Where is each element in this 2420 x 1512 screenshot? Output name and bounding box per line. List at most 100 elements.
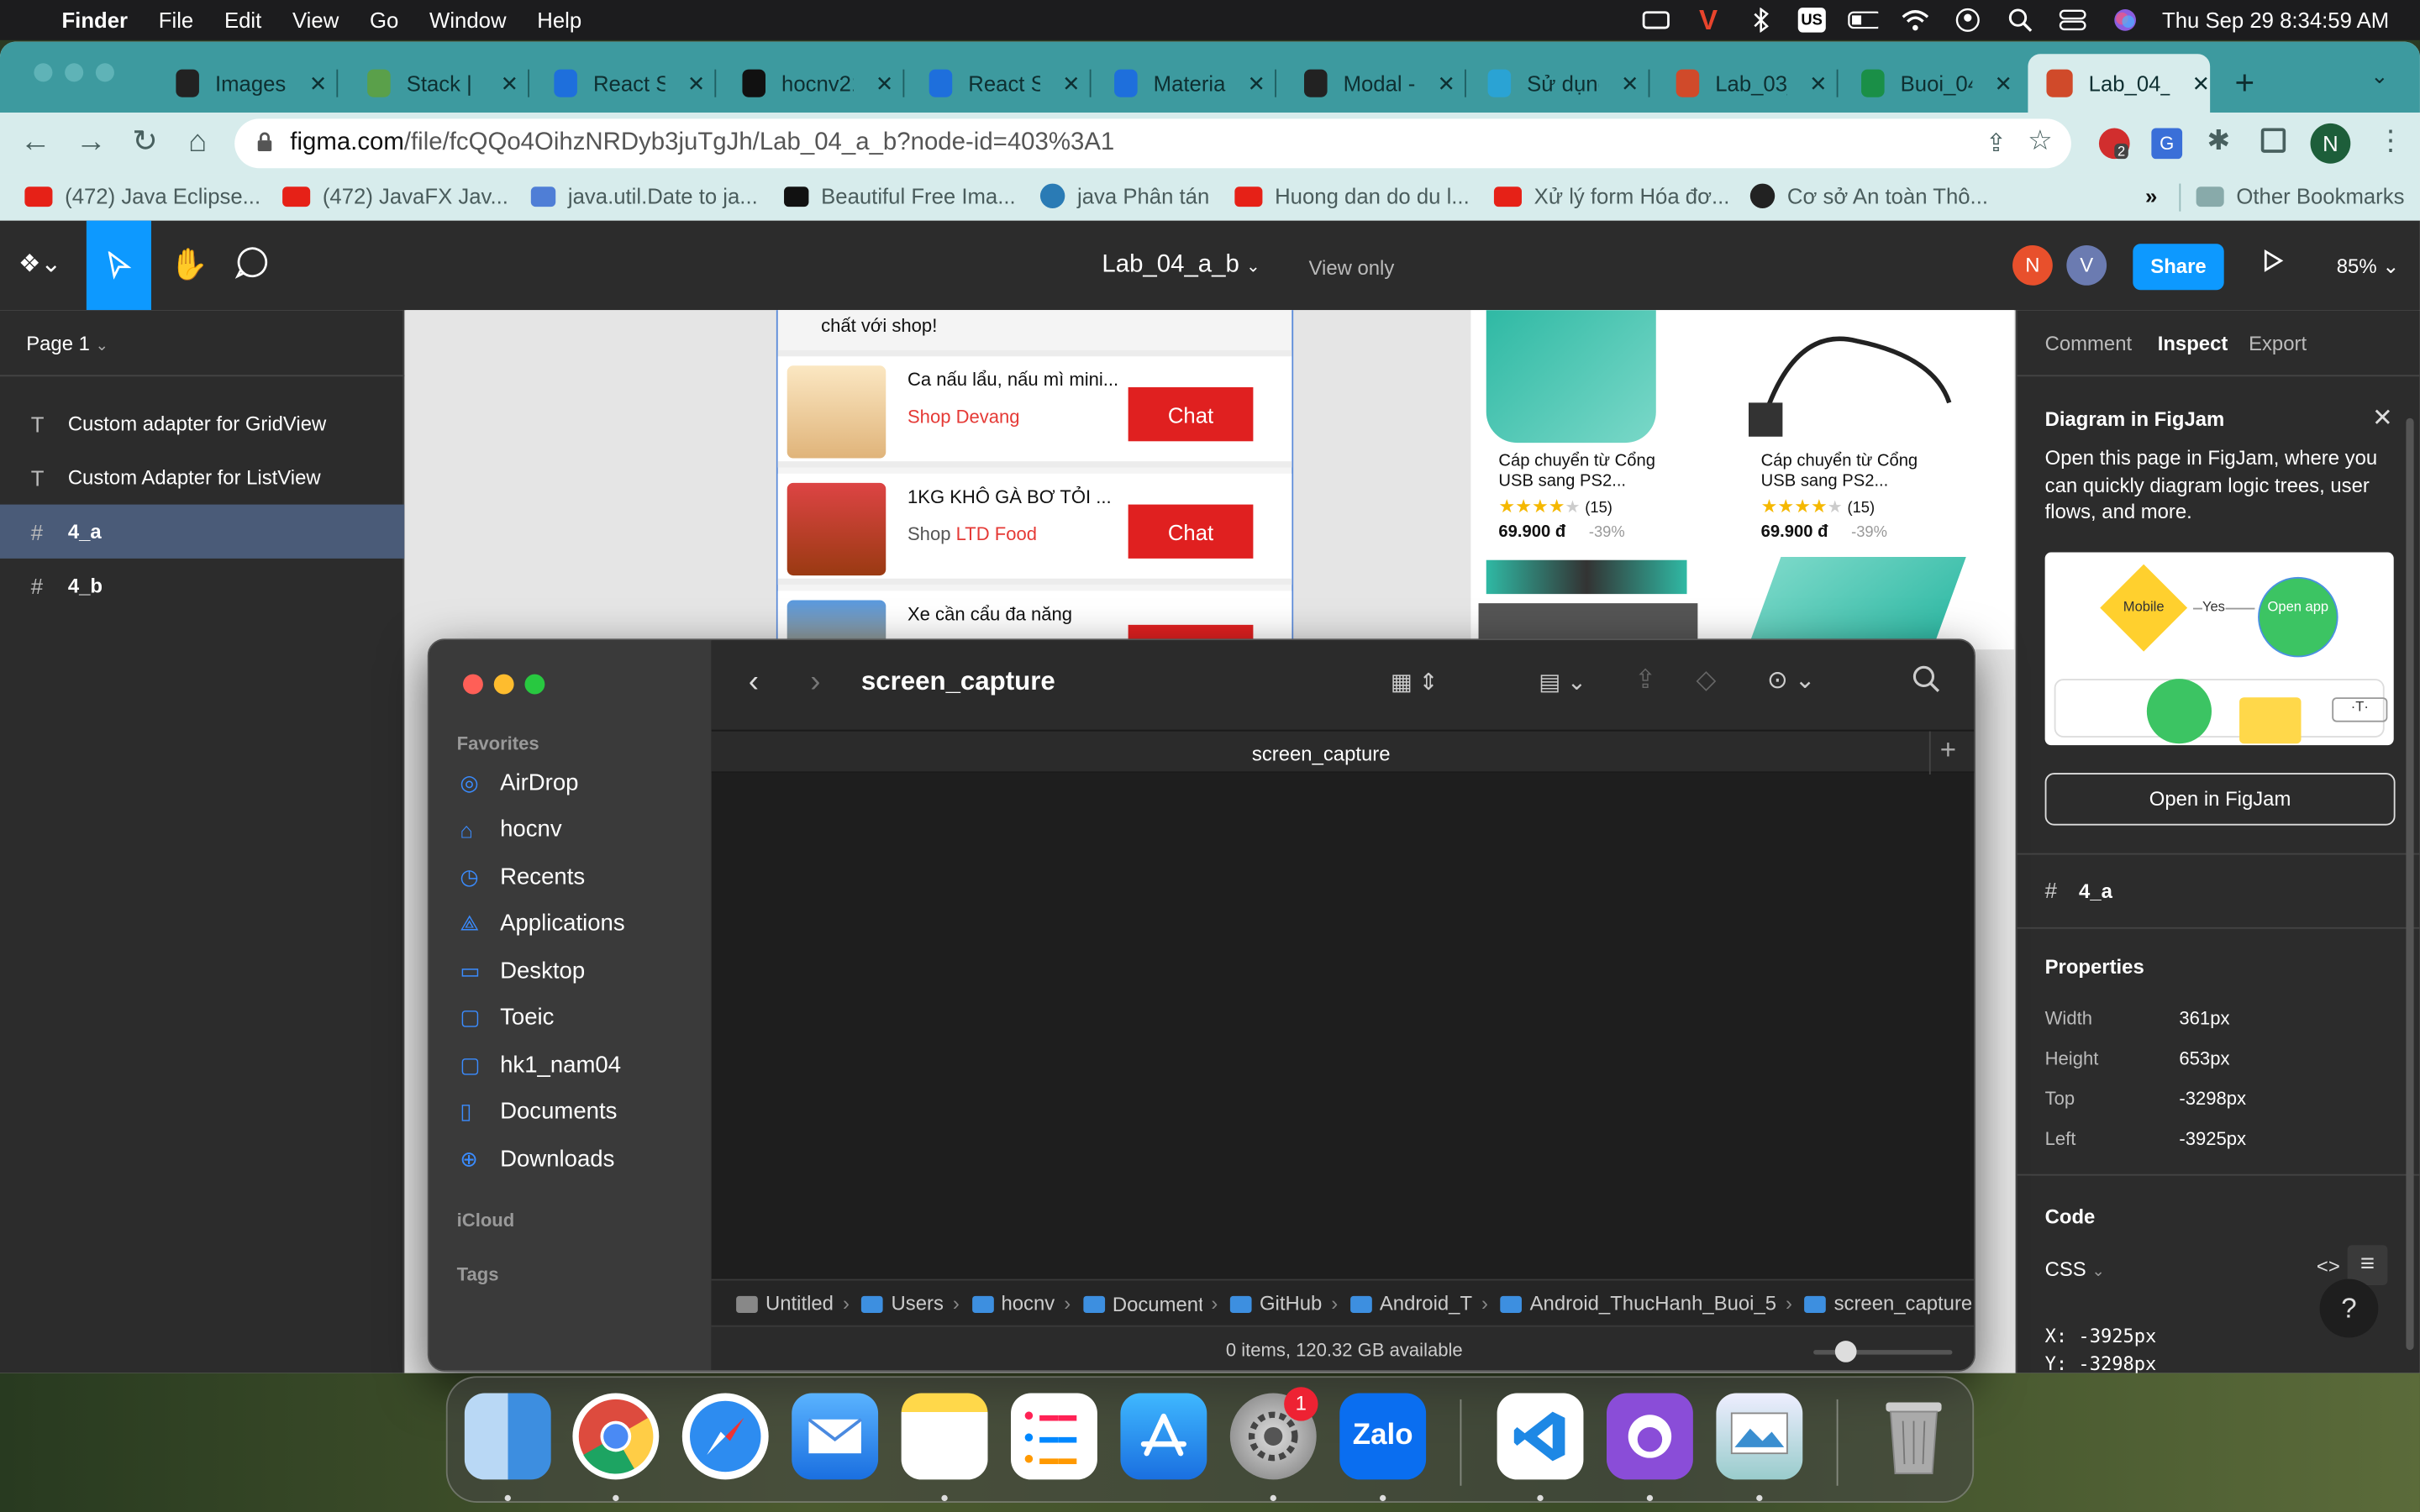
chrome-icon[interactable] [572,1393,660,1480]
sync-icon[interactable] [1640,8,1671,32]
new-tab-icon[interactable]: + [1940,734,1956,767]
menu-window[interactable]: Window [429,8,506,32]
present-icon[interactable] [2263,249,2285,281]
sidebar-item-documents[interactable]: ▯ Documents [460,1093,617,1130]
figma-menu-icon[interactable]: ❖⌄ [18,249,61,280]
tags-header[interactable]: Tags [457,1263,499,1285]
property-value[interactable]: 653px [2179,1047,2229,1069]
new-tab-icon[interactable]: + [2235,63,2255,103]
forward-icon[interactable]: → [74,125,108,159]
chrome-menu-icon[interactable]: ⋮ [2377,125,2405,158]
bookmark-item[interactable]: Huong dan do du l... [1234,184,1470,208]
code-language-dropdown[interactable]: CSS ⌄ [2045,1257,2105,1281]
sidebar-item-hk1-nam04[interactable]: ▢ hk1_nam04 [460,1046,621,1083]
profile-avatar[interactable]: N [2310,123,2351,164]
avatar[interactable]: V [2066,245,2107,286]
github-desktop-icon[interactable] [1607,1393,1693,1480]
safari-icon[interactable] [681,1393,769,1480]
home-icon[interactable]: ⌂ [181,125,214,159]
avatar[interactable]: N [2012,245,2053,286]
tab-10[interactable]: Buoi_04 ✕ [1843,54,2012,113]
vivaldi-icon[interactable]: V [1693,4,1724,35]
battery-icon[interactable] [1847,8,1879,32]
share-button[interactable]: Share [2133,244,2224,291]
close-window-button[interactable] [34,63,53,82]
search-icon[interactable] [1912,665,1940,701]
path-segment[interactable]: GitHub [1227,1291,1322,1315]
icloud-header[interactable]: iCloud [457,1210,515,1231]
bookmark-item[interactable]: java Phân tán [1039,183,1209,208]
more-bookmarks-icon[interactable]: » [2145,184,2157,208]
bookmark-item[interactable]: (472) JavaFX Jav... [282,184,508,208]
help-button[interactable]: ? [2319,1278,2379,1338]
sidebar-item-downloads[interactable]: ⊕ Downloads [460,1140,614,1177]
sidebar-item-applications[interactable]: ⟁ Applications [460,905,624,942]
back-icon[interactable]: ‹ [749,665,759,701]
siri-icon[interactable] [2110,8,2141,32]
back-icon[interactable]: ← [18,125,52,159]
tab-7[interactable]: Modal - ✕ [1286,54,1455,113]
layer-custom-adapter-for-gridview[interactable]: T Custom adapter for GridView [0,396,404,450]
close-icon[interactable]: ✕ [2372,402,2393,433]
close-tab-icon[interactable]: ✕ [1437,71,1455,97]
close-tab-icon[interactable]: ✕ [1621,71,1639,97]
layer-custom-adapter-for-listview[interactable]: T Custom Adapter for ListView [0,450,404,504]
view-options-icon[interactable]: ▦ ⇕ [1391,668,1439,696]
path-segment[interactable]: Android_ThucHanh_Buoi_5 [1497,1291,1776,1315]
bookmark-item[interactable]: java.util.Date to ja... [530,184,758,208]
bookmark-item[interactable]: Cơ sở An toàn Thô... [1749,183,1988,208]
close-tab-icon[interactable]: ✕ [1248,71,1266,97]
close-tab-icon[interactable]: ✕ [876,71,894,97]
zoom-dropdown[interactable]: 85% ⌄ [2337,255,2399,279]
slider-thumb[interactable] [1834,1341,1857,1362]
menubar-clock[interactable]: Thu Sep 29 8:34:59 AM [2162,8,2389,32]
share-icon[interactable]: ⇪ [1634,665,1656,696]
user-icon[interactable] [1952,8,1983,32]
path-segment[interactable]: screen_capture [1802,1291,1972,1315]
close-tab-icon[interactable]: ✕ [501,71,519,97]
reminders-icon[interactable]: ● ▬▬ ● ▬▬ ● ▬▬ [1011,1393,1097,1480]
tab-screen-capture[interactable]: screen_capture [712,742,1931,765]
sidebar-item-hocnv[interactable]: ⌂ hocnv [460,811,561,848]
sidebar-item-toeic[interactable]: ▢ Toeic [460,999,554,1036]
code-view-icon[interactable]: <> [2317,1254,2340,1278]
panel-scrollbar[interactable] [2406,417,2414,1351]
close-tab-icon[interactable]: ✕ [687,71,706,97]
close-tab-icon[interactable]: ✕ [1995,71,2013,97]
bookmark-item[interactable]: Beautiful Free Ima... [784,184,1016,208]
file-name[interactable]: Lab_04_a_b ⌄ [1102,251,1260,279]
tab-5[interactable]: React St ✕ [911,54,1081,113]
tab-export[interactable]: Export [2249,332,2307,355]
minimize-window-button[interactable] [65,63,84,82]
address-bar[interactable]: figma.com/file/fcQQo4OihzNRDyb3juTgJh/La… [234,118,2071,169]
action-menu-icon[interactable]: ⊙ ⌄ [1767,665,1815,696]
tab-1[interactable]: Images ✕ [157,54,327,113]
preview-icon[interactable] [1716,1393,1803,1480]
tab-search-icon[interactable]: ⌄ [2370,63,2389,89]
close-tab-icon[interactable]: ✕ [2192,71,2211,97]
close-tab-icon[interactable]: ✕ [1809,71,1828,97]
property-value[interactable]: -3925px [2179,1128,2246,1150]
notes-icon[interactable] [901,1393,988,1480]
input-source-icon[interactable]: US [1797,8,1826,33]
page-selector[interactable]: Page 1 ⌄ [26,332,108,355]
tag-icon[interactable]: ◇ [1697,665,1717,696]
vscode-icon[interactable] [1497,1393,1584,1480]
tab-3[interactable]: React St ✕ [535,54,705,113]
tab-9[interactable]: Lab_03_ ✕ [1658,54,1828,113]
control-center-icon[interactable] [2057,8,2088,32]
move-tool-icon[interactable] [86,220,151,311]
tab-6[interactable]: Material ✕ [1096,54,1265,113]
share-page-icon[interactable]: ⇪ [1986,128,2007,159]
hand-tool-icon[interactable]: ✋ [170,245,208,284]
extensions-icon[interactable]: ✱ [2207,125,2230,158]
mail-icon[interactable] [792,1393,879,1480]
sidebar-item-airdrop[interactable]: ◎ AirDrop [460,764,578,801]
path-segment[interactable]: Untitled [733,1291,834,1315]
bluetooth-icon[interactable] [1745,8,1776,33]
zoom-window-button[interactable] [524,674,545,695]
tab-comment[interactable]: Comment [2045,332,2133,355]
sidebar-item-desktop[interactable]: ▭ Desktop [460,952,585,989]
tab-11[interactable]: Lab_04_ ✕ [2028,54,2211,113]
close-tab-icon[interactable]: ✕ [1062,71,1081,97]
